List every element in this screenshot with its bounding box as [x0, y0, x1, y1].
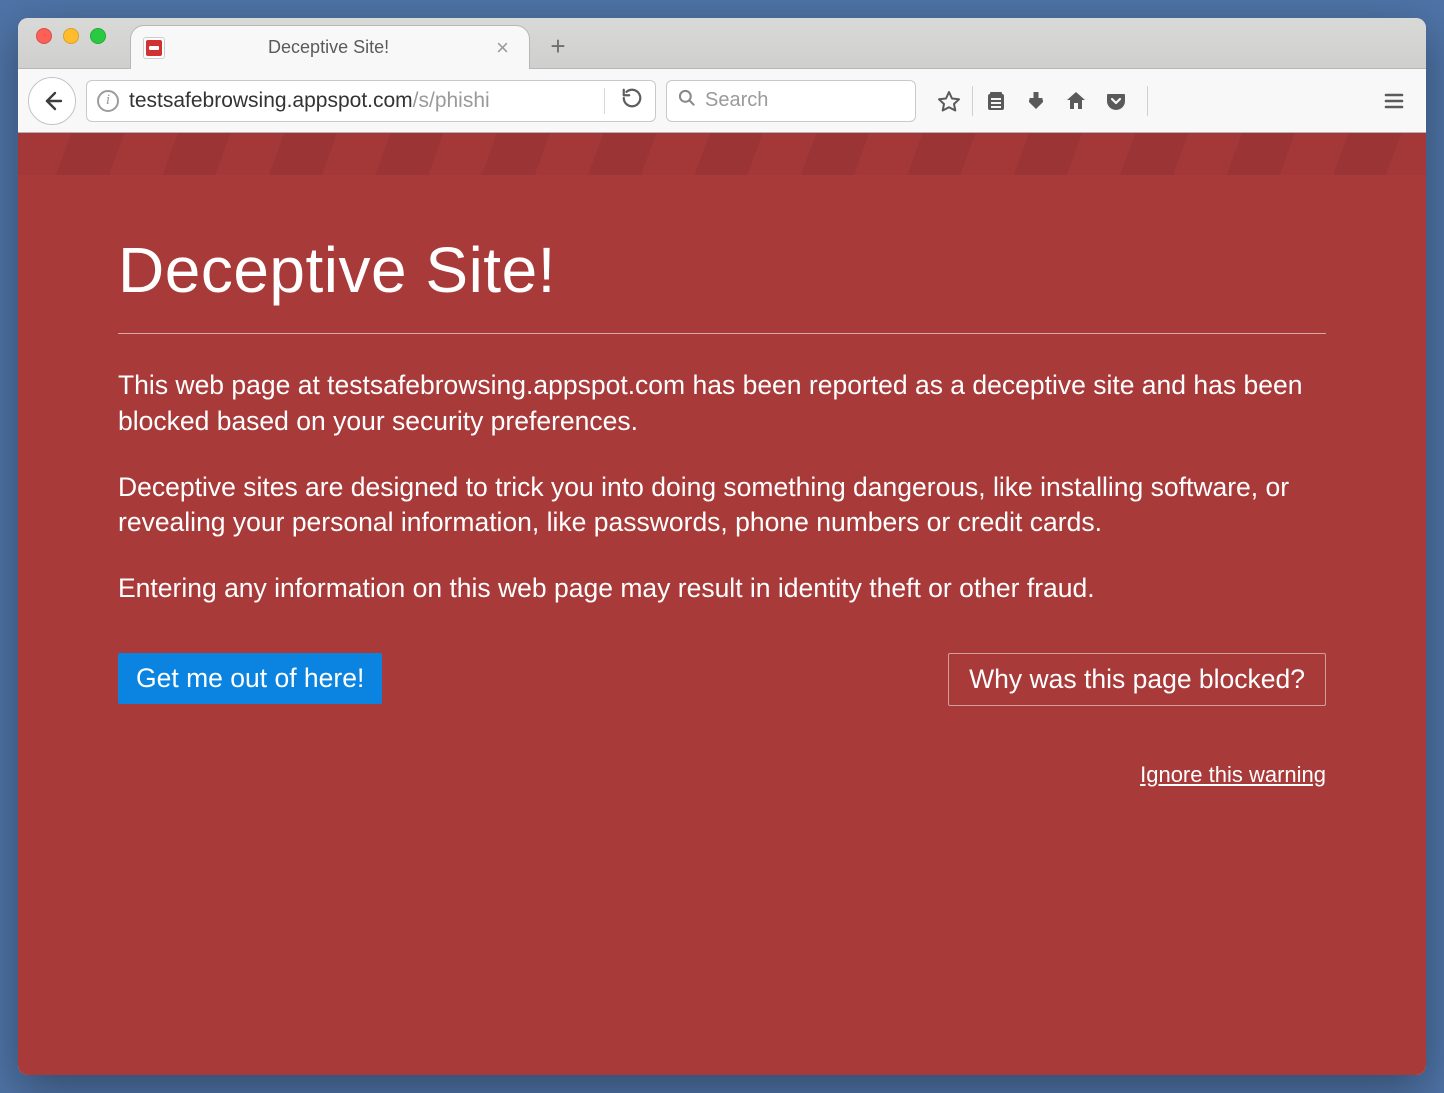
- site-info-icon[interactable]: i: [97, 90, 119, 112]
- search-icon: [677, 88, 697, 113]
- new-tab-button[interactable]: +: [536, 24, 580, 68]
- url-host: testsafebrowsing.appspot.com: [129, 89, 413, 112]
- warning-actions: Get me out of here! Why was this page bl…: [118, 653, 1326, 706]
- url-separator: [604, 88, 605, 114]
- window-minimize-button[interactable]: [63, 28, 79, 44]
- url-path: /s/phishi: [413, 89, 490, 112]
- toolbar-icons: [930, 80, 1135, 122]
- tab-bar: Deceptive Site! × +: [18, 18, 1426, 69]
- window-controls: [30, 18, 130, 68]
- tab-close-icon[interactable]: ×: [492, 37, 513, 59]
- get-me-out-button[interactable]: Get me out of here!: [118, 653, 382, 704]
- window-zoom-button[interactable]: [90, 28, 106, 44]
- reading-list-button[interactable]: [977, 80, 1015, 122]
- hamburger-menu-button[interactable]: [1372, 79, 1416, 123]
- warning-page: Deceptive Site! This web page at testsaf…: [18, 133, 1426, 1075]
- browser-tab[interactable]: Deceptive Site! ×: [130, 25, 530, 69]
- url-text: testsafebrowsing.appspot.com/s/phishi: [129, 89, 594, 113]
- back-button[interactable]: [28, 77, 76, 125]
- bookmark-star-button[interactable]: [930, 80, 968, 122]
- home-button[interactable]: [1057, 80, 1095, 122]
- window-close-button[interactable]: [36, 28, 52, 44]
- toolbar: i testsafebrowsing.appspot.com/s/phishi: [18, 69, 1426, 133]
- reload-button[interactable]: [615, 87, 647, 115]
- toolbar-separator: [1147, 86, 1148, 116]
- toolbar-separator: [972, 86, 973, 116]
- search-bar[interactable]: [666, 80, 916, 122]
- browser-window: Deceptive Site! × + i testsafebrowsing.a…: [18, 18, 1426, 1075]
- warning-paragraph: Deceptive sites are designed to trick yo…: [118, 470, 1326, 542]
- why-blocked-button[interactable]: Why was this page blocked?: [948, 653, 1326, 706]
- warning-stripe: [18, 133, 1426, 175]
- tab-favicon-icon: [143, 37, 165, 59]
- ignore-warning-link[interactable]: Ignore this warning: [1140, 762, 1326, 787]
- url-bar[interactable]: i testsafebrowsing.appspot.com/s/phishi: [86, 80, 656, 122]
- pocket-button[interactable]: [1097, 80, 1135, 122]
- arrow-left-icon: [40, 89, 64, 113]
- tab-title: Deceptive Site!: [177, 37, 480, 58]
- warning-heading: Deceptive Site!: [118, 233, 1326, 334]
- downloads-button[interactable]: [1017, 80, 1055, 122]
- menu-icon: [1382, 89, 1406, 113]
- warning-paragraph: This web page at testsafebrowsing.appspo…: [118, 368, 1326, 440]
- warning-paragraph: Entering any information on this web pag…: [118, 571, 1326, 607]
